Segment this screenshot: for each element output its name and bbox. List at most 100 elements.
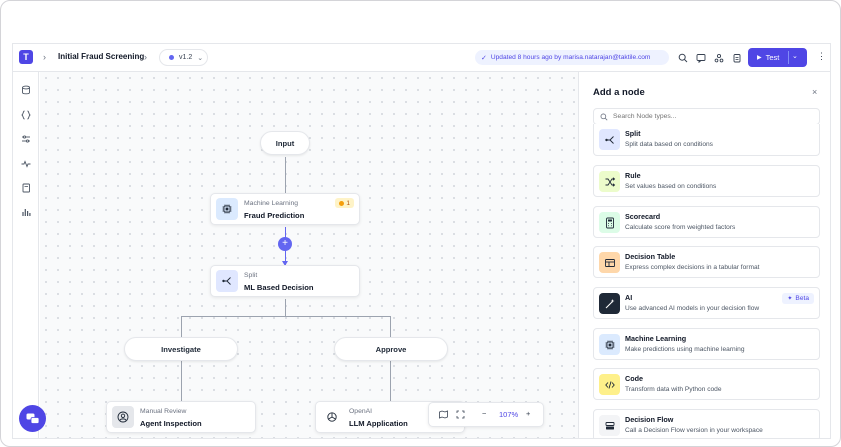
edge [181, 316, 390, 317]
bar-chart-icon[interactable] [20, 206, 32, 218]
webhook-icon[interactable] [713, 52, 724, 63]
chat-support-button[interactable] [19, 405, 46, 432]
node-type-machine-learning[interactable]: Machine Learning Make predictions using … [593, 328, 820, 360]
warning-icon [339, 200, 345, 206]
sparkle-icon: ✦ [787, 296, 793, 302]
updated-status: ✓ Updated 8 hours ago by marisa.nataraja… [475, 50, 669, 65]
map-icon[interactable] [439, 410, 448, 421]
top-bar: T › Initial Fraud Screening › v1.2 ⌄ ✓ U… [13, 44, 830, 72]
flow-icon [599, 415, 620, 436]
app-window: T › Initial Fraud Screening › v1.2 ⌄ ✓ U… [12, 43, 831, 439]
node-type-name: Decision Table [625, 252, 676, 261]
edge [390, 361, 391, 401]
node-name: ML Based Decision [244, 283, 314, 292]
node-type-decision-flow[interactable]: Decision Flow Call a Decision Flow versi… [593, 409, 820, 438]
database-icon[interactable] [20, 84, 32, 96]
node-type-name: Scorecard [625, 212, 661, 221]
node-type: Split [244, 272, 258, 279]
edge [181, 316, 182, 337]
node-type: Machine Learning [244, 200, 299, 207]
flow-node[interactable]: Machine Learning Fraud Prediction 1 [210, 193, 360, 225]
calculator-icon [599, 212, 620, 233]
warning-badge[interactable]: 1 [335, 198, 354, 208]
flow-title[interactable]: Initial Fraud Screening [58, 52, 144, 61]
node-type-decision-table[interactable]: Decision Table Express complex decisions… [593, 246, 820, 278]
app-logo[interactable]: T [19, 50, 33, 64]
comment-icon[interactable] [695, 52, 706, 63]
node-type-scorecard[interactable]: Scorecard Calculate score from weighted … [593, 206, 820, 238]
zoom-level: 107% [499, 410, 519, 419]
split-icon [216, 270, 238, 292]
search-input[interactable] [613, 113, 803, 120]
window-frame: T › Initial Fraud Screening › v1.2 ⌄ ✓ U… [0, 0, 841, 447]
test-label: Test [765, 53, 780, 62]
zoom-in-button[interactable]: + [526, 409, 530, 418]
clipboard-icon[interactable] [731, 52, 742, 63]
chip-icon [599, 334, 620, 355]
close-icon[interactable]: × [812, 87, 817, 97]
node-type-desc: Use advanced AI models in your decision … [625, 305, 760, 312]
node-type-name: Split [625, 129, 641, 138]
openai-icon [321, 406, 343, 428]
chat-bubbles-icon [26, 413, 39, 424]
flow-canvas[interactable]: Input Machine Learning Fraud Prediction … [40, 72, 578, 438]
flow-node[interactable]: Split ML Based Decision [210, 265, 360, 297]
shuffle-icon [599, 171, 620, 192]
node-type-code[interactable]: Code Transform data with Python code [593, 368, 820, 400]
node-type-split[interactable]: Split Split data based on conditions [593, 124, 820, 156]
button-divider [788, 51, 789, 64]
code-icon [599, 374, 620, 395]
branch-approve[interactable]: Approve [334, 337, 448, 361]
node-type-desc: Set values based on conditions [625, 183, 717, 190]
fit-view-icon[interactable] [456, 410, 465, 421]
panel-title: Add a node [593, 87, 645, 98]
play-icon: ▶ [757, 55, 762, 61]
more-options-icon[interactable]: ⋮ [817, 51, 826, 62]
activity-icon[interactable] [20, 158, 32, 170]
test-button[interactable]: ▶ Test ⌄ [748, 48, 807, 67]
node-search[interactable] [593, 108, 820, 125]
input-node[interactable]: Input [260, 131, 310, 155]
magic-wand-icon [599, 293, 620, 314]
chevron-down-icon[interactable]: ⌄ [792, 52, 798, 60]
chevron-right-icon: › [43, 52, 46, 62]
edge [285, 157, 286, 193]
node-type-name: Decision Flow [625, 415, 674, 424]
updated-text: Updated 8 hours ago by marisa.natarajan@… [490, 54, 651, 61]
split-icon [599, 129, 620, 150]
zoom-controls: − 107% + [428, 402, 544, 427]
node-type-desc: Calculate score from weighted factors [625, 224, 736, 231]
node-type: OpenAI [349, 408, 373, 415]
node-type: Manual Review [140, 408, 187, 415]
node-type-desc: Split data based on conditions [625, 141, 713, 148]
node-type-desc: Transform data with Python code [625, 386, 722, 393]
flow-node[interactable]: Manual Review Agent Inspection [106, 401, 256, 433]
braces-icon[interactable] [20, 109, 32, 121]
node-name: Agent Inspection [140, 419, 202, 428]
edge [285, 299, 286, 316]
user-icon [112, 406, 134, 428]
version-selector[interactable]: v1.2 ⌄ [159, 49, 208, 66]
branch-investigate[interactable]: Investigate [124, 337, 238, 361]
zoom-out-button[interactable]: − [482, 409, 486, 418]
chevron-down-icon: ⌄ [197, 54, 204, 62]
version-dot-icon [169, 55, 174, 60]
book-icon[interactable] [20, 182, 32, 194]
beta-label: Beta [795, 295, 809, 302]
node-type-desc: Express complex decisions in a tabular f… [625, 264, 760, 271]
add-node-button[interactable]: + [278, 237, 292, 251]
edge [390, 316, 391, 337]
node-type-desc: Make predictions using machine learning [625, 346, 745, 353]
edge [181, 361, 182, 401]
chevron-right-icon: › [144, 52, 147, 62]
sliders-icon[interactable] [20, 133, 32, 145]
node-type-rule[interactable]: Rule Set values based on conditions [593, 165, 820, 197]
add-node-panel: Add a node × Split Split data based on c… [578, 72, 830, 438]
node-type-ai[interactable]: AI Use advanced AI models in your decisi… [593, 287, 820, 319]
node-name: LLM Application [349, 419, 408, 428]
beta-badge: ✦ Beta [782, 293, 814, 304]
node-type-name: Machine Learning [625, 334, 687, 343]
node-type-name: Rule [625, 171, 641, 180]
chip-icon [216, 198, 238, 220]
search-icon[interactable] [677, 52, 688, 63]
